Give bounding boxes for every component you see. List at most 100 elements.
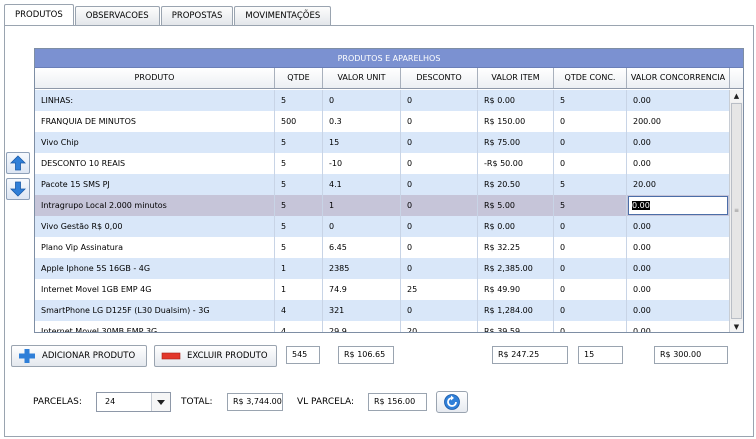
table-cell[interactable]: R$ 0.00 [478,90,554,111]
table-cell[interactable]: 0.00 [627,195,730,216]
table-cell[interactable]: LINHAS: [35,90,275,111]
table-cell[interactable]: 0 [554,132,627,153]
table-cell[interactable]: 20.00 [627,174,730,195]
table-cell[interactable]: R$ 0.00 [478,216,554,237]
table-cell[interactable]: R$ 1,284.00 [478,300,554,321]
scroll-thumb[interactable]: ≡ [731,103,742,319]
table-cell[interactable]: 5 [275,216,323,237]
table-cell[interactable]: 5 [554,90,627,111]
table-cell[interactable]: 20 [401,321,478,332]
table-cell[interactable]: R$ 2,385.00 [478,258,554,279]
table-cell[interactable]: 0 [401,153,478,174]
table-cell[interactable]: 1 [275,279,323,300]
table-cell[interactable]: 0 [554,111,627,132]
table-cell[interactable]: 0 [554,321,627,332]
table-cell[interactable]: 5 [554,195,627,216]
table-row[interactable]: SmartPhone LG D125F (L30 Dualsim) - 3G 4 3… [35,300,730,321]
table-cell[interactable]: 0 [401,132,478,153]
table-row[interactable]: Intragrupo Local 2.000 minutos 5 1 0 R$ 5.00… [35,195,730,216]
total-valor-unit-field[interactable]: R$ 106.65 [338,346,394,364]
table-cell[interactable]: 15 [323,132,401,153]
chevron-down-icon[interactable] [151,393,170,411]
table-cell[interactable]: -R$ 50.00 [478,153,554,174]
table-cell[interactable]: 0.00 [627,237,730,258]
table-cell[interactable]: 0 [401,258,478,279]
table-cell[interactable]: 0 [554,300,627,321]
table-cell[interactable]: 500 [275,111,323,132]
table-cell[interactable]: 6.45 [323,237,401,258]
table-row[interactable]: Internet Movel 1GB EMP 4G 1 74.9 25 R$ 49.90… [35,279,730,300]
table-cell[interactable]: Internet Movel 1GB EMP 4G [35,279,275,300]
table-cell[interactable]: 1 [275,258,323,279]
table-cell[interactable]: 0.00 [627,216,730,237]
table-cell[interactable]: Intragrupo Local 2.000 minutos [35,195,275,216]
delete-product-button[interactable]: EXCLUIR PRODUTO [154,345,277,367]
total-valor-item-field[interactable]: R$ 247.25 [492,346,568,364]
table-cell[interactable]: 5 [554,174,627,195]
table-cell[interactable]: 29.9 [323,321,401,332]
table-cell[interactable]: 0 [401,300,478,321]
table-cell[interactable]: 321 [323,300,401,321]
tab-movimentacoes[interactable]: MOVIMENTAÇÕES [234,6,332,25]
table-cell[interactable]: 4 [275,321,323,332]
table-row[interactable]: DESCONTO 10 REAIS 5 -10 0 -R$ 50.00 0 0.00 [35,153,730,174]
table-cell[interactable]: 0 [401,111,478,132]
table-cell[interactable]: 74.9 [323,279,401,300]
table-cell[interactable]: Internet Movel 30MB EMP 3G [35,321,275,332]
refresh-button[interactable] [436,391,468,413]
table-row[interactable]: Apple Iphone 5S 16GB - 4G 1 2385 0 R$ 2,385.… [35,258,730,279]
column-header[interactable]: PRODUTO [35,68,275,88]
table-cell[interactable]: 0 [401,195,478,216]
table-cell[interactable]: R$ 32.25 [478,237,554,258]
table-cell[interactable]: 4 [275,300,323,321]
table-cell[interactable]: 0.00 [627,279,730,300]
table-cell[interactable]: 5 [275,90,323,111]
table-cell[interactable]: 25 [401,279,478,300]
table-cell[interactable]: 5 [275,153,323,174]
tab-propostas[interactable]: PROPOSTAS [160,6,234,25]
column-header[interactable]: VALOR UNIT [323,68,401,88]
table-row[interactable]: Internet Movel 30MB EMP 3G 4 29.9 20 R$ 39.5… [35,321,730,332]
table-cell[interactable]: 0 [554,279,627,300]
total-field[interactable]: R$ 3,744.00 [227,393,283,411]
table-cell[interactable]: 0.00 [627,258,730,279]
table-cell[interactable]: R$ 5.00 [478,195,554,216]
vl-parcela-field[interactable]: R$ 156.00 [368,393,427,411]
add-product-button[interactable]: ADICIONAR PRODUTO [11,345,147,367]
table-cell[interactable]: 0 [401,174,478,195]
table-cell[interactable]: 5 [275,237,323,258]
table-cell[interactable]: 5 [275,174,323,195]
total-qtde-field[interactable]: 545 [286,346,320,364]
table-cell[interactable]: 0 [554,216,627,237]
move-down-button[interactable] [6,178,30,200]
table-row[interactable]: FRANQUIA DE MINUTOS 500 0.3 0 R$ 150.00 0 200.… [35,111,730,132]
column-header[interactable]: QTDE [275,68,323,88]
move-up-button[interactable] [6,152,30,174]
parcelas-select[interactable]: 24 [96,392,171,412]
total-valor-conc-field[interactable]: R$ 300.00 [654,346,728,364]
table-cell[interactable]: 0 [554,258,627,279]
column-header[interactable]: VALOR ITEM [478,68,554,88]
table-cell[interactable]: Pacote 15 SMS PJ [35,174,275,195]
table-cell[interactable]: 0.00 [627,321,730,332]
cell-editor[interactable]: 0.00 [628,196,728,215]
table-cell[interactable]: 0.00 [627,90,730,111]
table-row[interactable]: Vivo Chip 5 15 0 R$ 75.00 0 0.00 [35,132,730,153]
table-cell[interactable]: DESCONTO 10 REAIS [35,153,275,174]
table-cell[interactable]: FRANQUIA DE MINUTOS [35,111,275,132]
table-row[interactable]: Plano Vip Assinatura 5 6.45 0 R$ 32.25 0 0.00 [35,237,730,258]
tab-produtos[interactable]: PRODUTOS [4,4,74,25]
column-header[interactable]: DESCONTO [401,68,478,88]
table-cell[interactable]: 4.1 [323,174,401,195]
table-cell[interactable]: 0 [554,237,627,258]
table-cell[interactable]: 200.00 [627,111,730,132]
table-cell[interactable]: R$ 39.59 [478,321,554,332]
table-cell[interactable]: Vivo Gestão R$ 0,00 [35,216,275,237]
table-cell[interactable]: 5 [275,132,323,153]
table-row[interactable]: Vivo Gestão R$ 0,00 5 0 0 R$ 0.00 0 0.00 [35,216,730,237]
table-cell[interactable]: Vivo Chip [35,132,275,153]
table-cell[interactable]: 0.3 [323,111,401,132]
scroll-up-icon[interactable]: ▲ [730,90,743,102]
products-grid[interactable]: PRODUTOS E APARELHOS PRODUTO QTDE VALOR … [34,48,744,333]
column-header[interactable]: QTDE CONC. [554,68,627,88]
